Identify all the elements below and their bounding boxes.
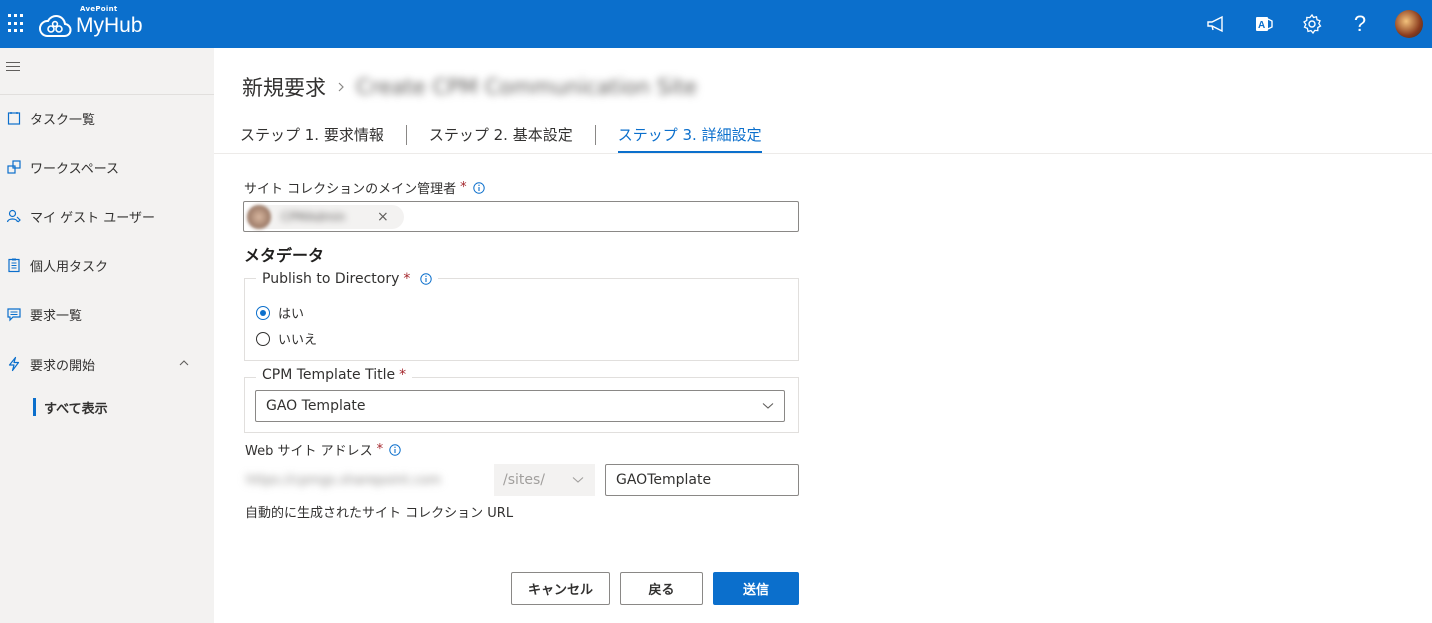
svg-text:A: A: [1258, 20, 1265, 31]
avatar: [1395, 10, 1423, 38]
sidebar-divider: [0, 94, 214, 95]
required-mark: *: [403, 271, 411, 287]
tab-step-1[interactable]: ステップ 1. 要求情報: [240, 124, 384, 153]
megaphone-icon[interactable]: [1192, 0, 1240, 48]
breadcrumb-root[interactable]: 新規要求: [242, 72, 326, 102]
office-icon[interactable]: A: [1240, 0, 1288, 48]
url-note: 自動的に生成されたサイト コレクション URL: [245, 506, 514, 521]
radio-unselected-icon: [256, 331, 270, 346]
step-divider: [594, 124, 596, 145]
request-list-icon: [7, 308, 21, 322]
sidebar: タスク一覧 ワークスペース マイ ゲスト ユーザー 個人用タスク 要求一覧 要求…: [0, 48, 214, 623]
brand-small: AvePoint: [80, 5, 118, 13]
task-list-icon: [7, 112, 21, 125]
web-address-label: Web サイト アドレス *: [245, 440, 401, 459]
sidebar-item-label: マイ ゲスト ユーザー: [30, 210, 156, 226]
guest-user-icon: [6, 209, 21, 223]
chip-remove-icon[interactable]: ×: [377, 209, 389, 225]
url-prefix: https://cpmgs.sharepoint.com: [246, 473, 441, 488]
workspace-icon: [7, 160, 21, 174]
cloud-logo-icon: [39, 15, 72, 37]
sidebar-item-label: ワークスペース: [30, 161, 120, 177]
steps-underline: [214, 153, 1432, 154]
metadata-heading: メタデータ: [244, 246, 325, 265]
publish-fieldset: [244, 278, 799, 361]
site-url-input[interactable]: GAOTemplate: [605, 464, 799, 496]
submit-button[interactable]: 送信: [713, 572, 799, 605]
selection-indicator: [33, 398, 36, 416]
radio-yes[interactable]: はい: [256, 303, 304, 322]
publish-legend: Publish to Directory *: [256, 271, 439, 287]
sidebar-item-label: タスク一覧: [30, 112, 96, 128]
sidebar-item-label: 要求の開始: [30, 358, 96, 374]
radio-no[interactable]: いいえ: [256, 329, 317, 348]
sidebar-item-personal-tasks[interactable]: 個人用タスク: [0, 247, 214, 283]
sidebar-item-label: 個人用タスク: [30, 259, 109, 275]
waffle-icon[interactable]: [8, 14, 28, 34]
sidebar-item-label: 要求一覧: [30, 308, 83, 324]
brand-name: MyHub: [76, 14, 143, 37]
app-logo[interactable]: AvePoint MyHub: [38, 5, 143, 44]
admin-label: サイト コレクションのメイン管理者 *: [244, 178, 485, 197]
top-bar: AvePoint MyHub A ?: [0, 0, 1432, 48]
sidebar-item-guest-users[interactable]: マイ ゲスト ユーザー: [0, 198, 214, 234]
sidebar-subitem-label: すべて表示: [44, 401, 108, 417]
template-legend: CPM Template Title *: [256, 367, 413, 383]
chevron-down-icon: [762, 403, 774, 409]
step-divider: [405, 124, 407, 145]
back-button[interactable]: 戻る: [620, 572, 703, 605]
sites-path-dropdown: /sites/: [494, 464, 595, 496]
help-icon[interactable]: ?: [1336, 0, 1384, 48]
user-avatar-button[interactable]: [1384, 0, 1432, 48]
sidebar-item-start-request[interactable]: 要求の開始: [0, 346, 214, 382]
required-mark: *: [460, 180, 467, 195]
admin-people-picker[interactable]: CPMAdmin ×: [243, 201, 799, 232]
required-mark: *: [399, 367, 407, 383]
hamburger-icon[interactable]: [6, 62, 20, 72]
breadcrumb-current: Create CPM Communication Site: [356, 75, 698, 99]
required-mark: *: [376, 442, 384, 457]
info-icon[interactable]: [389, 443, 401, 456]
breadcrumb: 新規要求 Create CPM Communication Site: [242, 72, 697, 102]
radio-selected-icon: [256, 305, 270, 320]
chevron-right-icon: [338, 82, 344, 92]
chevron-up-icon[interactable]: [178, 358, 190, 368]
tab-step-3[interactable]: ステップ 3. 詳細設定: [617, 124, 762, 153]
template-value: GAO Template: [266, 398, 366, 414]
lightning-icon: [8, 356, 20, 372]
admin-chip: CPMAdmin ×: [247, 205, 404, 229]
personal-task-icon: [8, 258, 20, 273]
info-icon[interactable]: [472, 181, 485, 194]
template-dropdown[interactable]: GAO Template: [255, 390, 785, 422]
chip-name: CPMAdmin: [281, 210, 346, 224]
chip-avatar: [247, 205, 271, 229]
step-tabs: ステップ 1. 要求情報 ステップ 2. 基本設定 ステップ 3. 詳細設定: [240, 124, 762, 153]
sidebar-subitem-show-all[interactable]: すべて表示: [33, 398, 108, 417]
gear-icon[interactable]: [1288, 0, 1336, 48]
chevron-down-icon: [572, 477, 584, 483]
cancel-button[interactable]: キャンセル: [511, 572, 610, 605]
info-icon[interactable]: [420, 273, 433, 285]
tab-step-2[interactable]: ステップ 2. 基本設定: [429, 124, 573, 153]
sidebar-item-workspace[interactable]: ワークスペース: [0, 149, 214, 185]
sidebar-item-request-list[interactable]: 要求一覧: [0, 296, 214, 332]
sidebar-item-task-list[interactable]: タスク一覧: [0, 100, 214, 136]
